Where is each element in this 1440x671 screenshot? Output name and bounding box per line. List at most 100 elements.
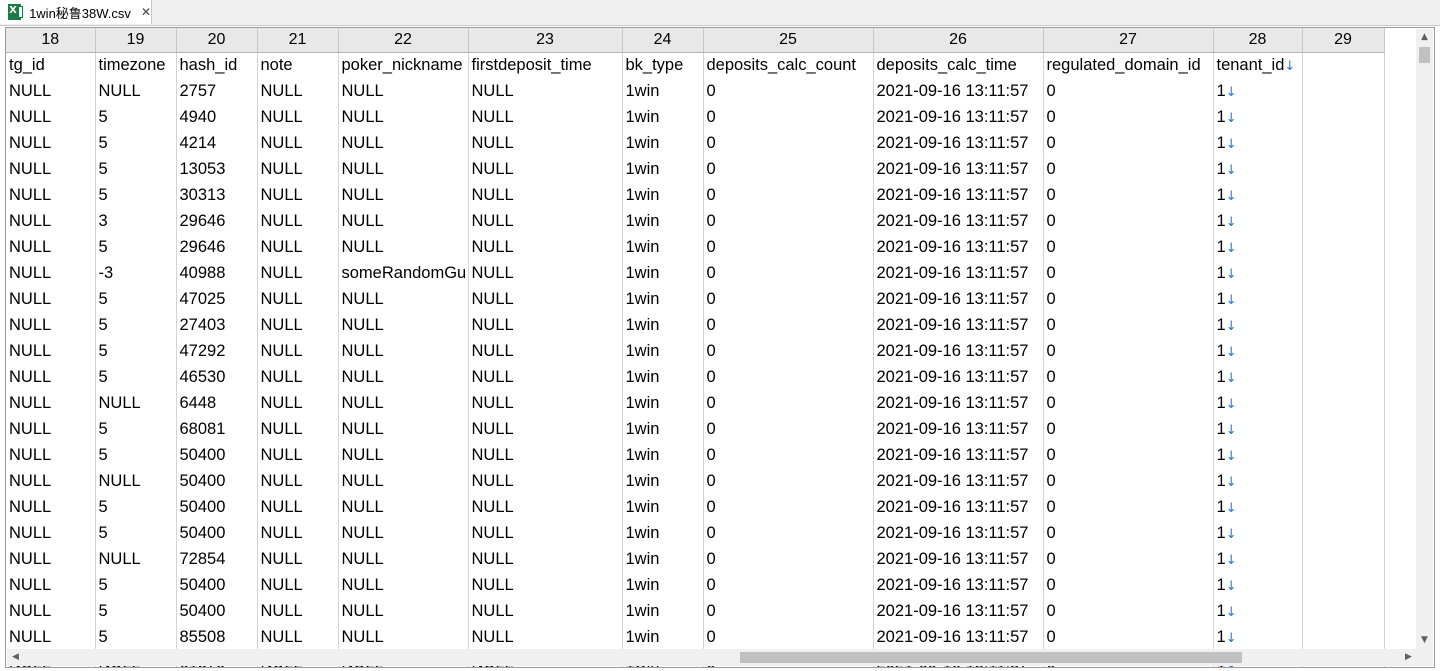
- table-cell[interactable]: 5: [95, 598, 177, 625]
- table-cell[interactable]: 2757: [176, 78, 258, 105]
- table-cell[interactable]: 4214: [176, 130, 258, 157]
- table-cell[interactable]: 0: [703, 624, 874, 651]
- table-cell[interactable]: 2021-09-16 13:11:57: [873, 78, 1044, 105]
- table-cell[interactable]: 1win: [622, 260, 704, 287]
- column-index-27[interactable]: 27: [1043, 28, 1214, 53]
- table-cell[interactable]: 0: [1043, 208, 1214, 235]
- column-index-24[interactable]: 24: [622, 28, 704, 53]
- table-cell[interactable]: NULL: [6, 234, 96, 261]
- table-cell[interactable]: 1win: [622, 78, 704, 105]
- table-cell[interactable]: 0: [703, 468, 874, 495]
- table-cell[interactable]: NULL: [468, 546, 623, 573]
- table-cell[interactable]: NULL: [257, 286, 339, 313]
- table-cell[interactable]: 1win: [622, 182, 704, 209]
- table-cell[interactable]: 0: [1043, 130, 1214, 157]
- table-cell[interactable]: 2021-09-16 13:11:57: [873, 468, 1044, 495]
- table-cell[interactable]: NULL: [257, 520, 339, 547]
- table-cell[interactable]: 29646: [176, 208, 258, 235]
- column-index-29[interactable]: 29: [1302, 28, 1385, 53]
- table-cell[interactable]: NULL: [468, 494, 623, 521]
- table-cell[interactable]: 1↓: [1213, 572, 1303, 599]
- table-cell[interactable]: 1↓: [1213, 390, 1303, 417]
- table-cell[interactable]: NULL: [468, 520, 623, 547]
- horizontal-scroll-thumb[interactable]: [740, 652, 1242, 663]
- table-cell[interactable]: 0: [1043, 442, 1214, 469]
- scroll-left-arrow-icon[interactable]: ◀: [7, 649, 24, 666]
- table-cell[interactable]: [1302, 546, 1385, 573]
- table-cell[interactable]: NULL: [468, 364, 623, 391]
- table-cell[interactable]: 1win: [622, 598, 704, 625]
- table-cell[interactable]: 1↓: [1213, 494, 1303, 521]
- table-cell[interactable]: NULL: [257, 338, 339, 365]
- table-cell[interactable]: 0: [1043, 494, 1214, 521]
- table-cell[interactable]: 0: [703, 260, 874, 287]
- table-cell[interactable]: 0: [1043, 104, 1214, 131]
- table-cell[interactable]: 50400: [176, 598, 258, 625]
- table-cell[interactable]: 6448: [176, 390, 258, 417]
- table-cell[interactable]: NULL: [338, 312, 469, 339]
- table-cell[interactable]: 1↓: [1213, 416, 1303, 443]
- column-index-28[interactable]: 28: [1213, 28, 1303, 53]
- horizontal-scrollbar[interactable]: ◀ ▶: [7, 649, 1417, 666]
- table-cell[interactable]: NULL: [257, 364, 339, 391]
- table-cell[interactable]: 1↓: [1213, 520, 1303, 547]
- table-cell[interactable]: 29646: [176, 234, 258, 261]
- table-cell[interactable]: 1win: [622, 624, 704, 651]
- table-cell[interactable]: [1302, 286, 1385, 313]
- table-cell[interactable]: 2021-09-16 13:11:57: [873, 624, 1044, 651]
- table-cell[interactable]: 1↓: [1213, 130, 1303, 157]
- table-cell[interactable]: [1302, 208, 1385, 235]
- table-cell[interactable]: NULL: [6, 130, 96, 157]
- table-cell[interactable]: NULL: [257, 260, 339, 287]
- table-cell[interactable]: [1302, 78, 1385, 105]
- table-cell[interactable]: NULL: [6, 494, 96, 521]
- scroll-right-arrow-icon[interactable]: ▶: [1400, 649, 1417, 666]
- table-cell[interactable]: 0: [1043, 78, 1214, 105]
- table-cell[interactable]: NULL: [257, 312, 339, 339]
- table-cell[interactable]: 1↓: [1213, 312, 1303, 339]
- table-cell[interactable]: NULL: [338, 442, 469, 469]
- table-cell[interactable]: NULL: [468, 598, 623, 625]
- table-cell[interactable]: [1302, 182, 1385, 209]
- table-cell[interactable]: 72854: [176, 546, 258, 573]
- table-cell[interactable]: 0: [1043, 260, 1214, 287]
- table-cell[interactable]: 0: [703, 572, 874, 599]
- table-cell[interactable]: 27403: [176, 312, 258, 339]
- table-cell[interactable]: 47025: [176, 286, 258, 313]
- table-cell[interactable]: 1win: [622, 338, 704, 365]
- table-cell[interactable]: 1↓: [1213, 624, 1303, 651]
- table-cell[interactable]: NULL: [468, 468, 623, 495]
- table-cell[interactable]: 50400: [176, 572, 258, 599]
- table-cell[interactable]: 13053: [176, 156, 258, 183]
- table-cell[interactable]: 5: [95, 442, 177, 469]
- table-cell[interactable]: [1302, 624, 1385, 651]
- table-cell[interactable]: 50400: [176, 468, 258, 495]
- table-cell[interactable]: 1win: [622, 520, 704, 547]
- table-cell[interactable]: 1↓: [1213, 598, 1303, 625]
- table-cell[interactable]: 0: [1043, 546, 1214, 573]
- table-cell[interactable]: 30313: [176, 182, 258, 209]
- table-cell[interactable]: 2021-09-16 13:11:57: [873, 416, 1044, 443]
- table-cell[interactable]: 1↓: [1213, 156, 1303, 183]
- table-cell[interactable]: NULL: [6, 78, 96, 105]
- table-cell[interactable]: 5: [95, 520, 177, 547]
- table-cell[interactable]: 2021-09-16 13:11:57: [873, 130, 1044, 157]
- table-cell[interactable]: [1302, 156, 1385, 183]
- table-cell[interactable]: 50400: [176, 494, 258, 521]
- table-cell[interactable]: 0: [703, 442, 874, 469]
- table-cell[interactable]: 0: [1043, 468, 1214, 495]
- vertical-scroll-thumb[interactable]: [1419, 47, 1430, 63]
- table-cell[interactable]: NULL: [95, 546, 177, 573]
- table-cell[interactable]: NULL: [468, 156, 623, 183]
- table-cell[interactable]: NULL: [95, 78, 177, 105]
- table-cell[interactable]: 0: [703, 416, 874, 443]
- table-cell[interactable]: NULL: [257, 442, 339, 469]
- table-cell[interactable]: 5: [95, 364, 177, 391]
- table-cell[interactable]: 2021-09-16 13:11:57: [873, 338, 1044, 365]
- table-cell[interactable]: 0: [1043, 598, 1214, 625]
- table-cell[interactable]: 40988: [176, 260, 258, 287]
- close-tab-icon[interactable]: ✕: [141, 5, 151, 19]
- table-cell[interactable]: NULL: [338, 156, 469, 183]
- column-header-cell[interactable]: bk_type: [622, 52, 704, 79]
- table-cell[interactable]: NULL: [95, 390, 177, 417]
